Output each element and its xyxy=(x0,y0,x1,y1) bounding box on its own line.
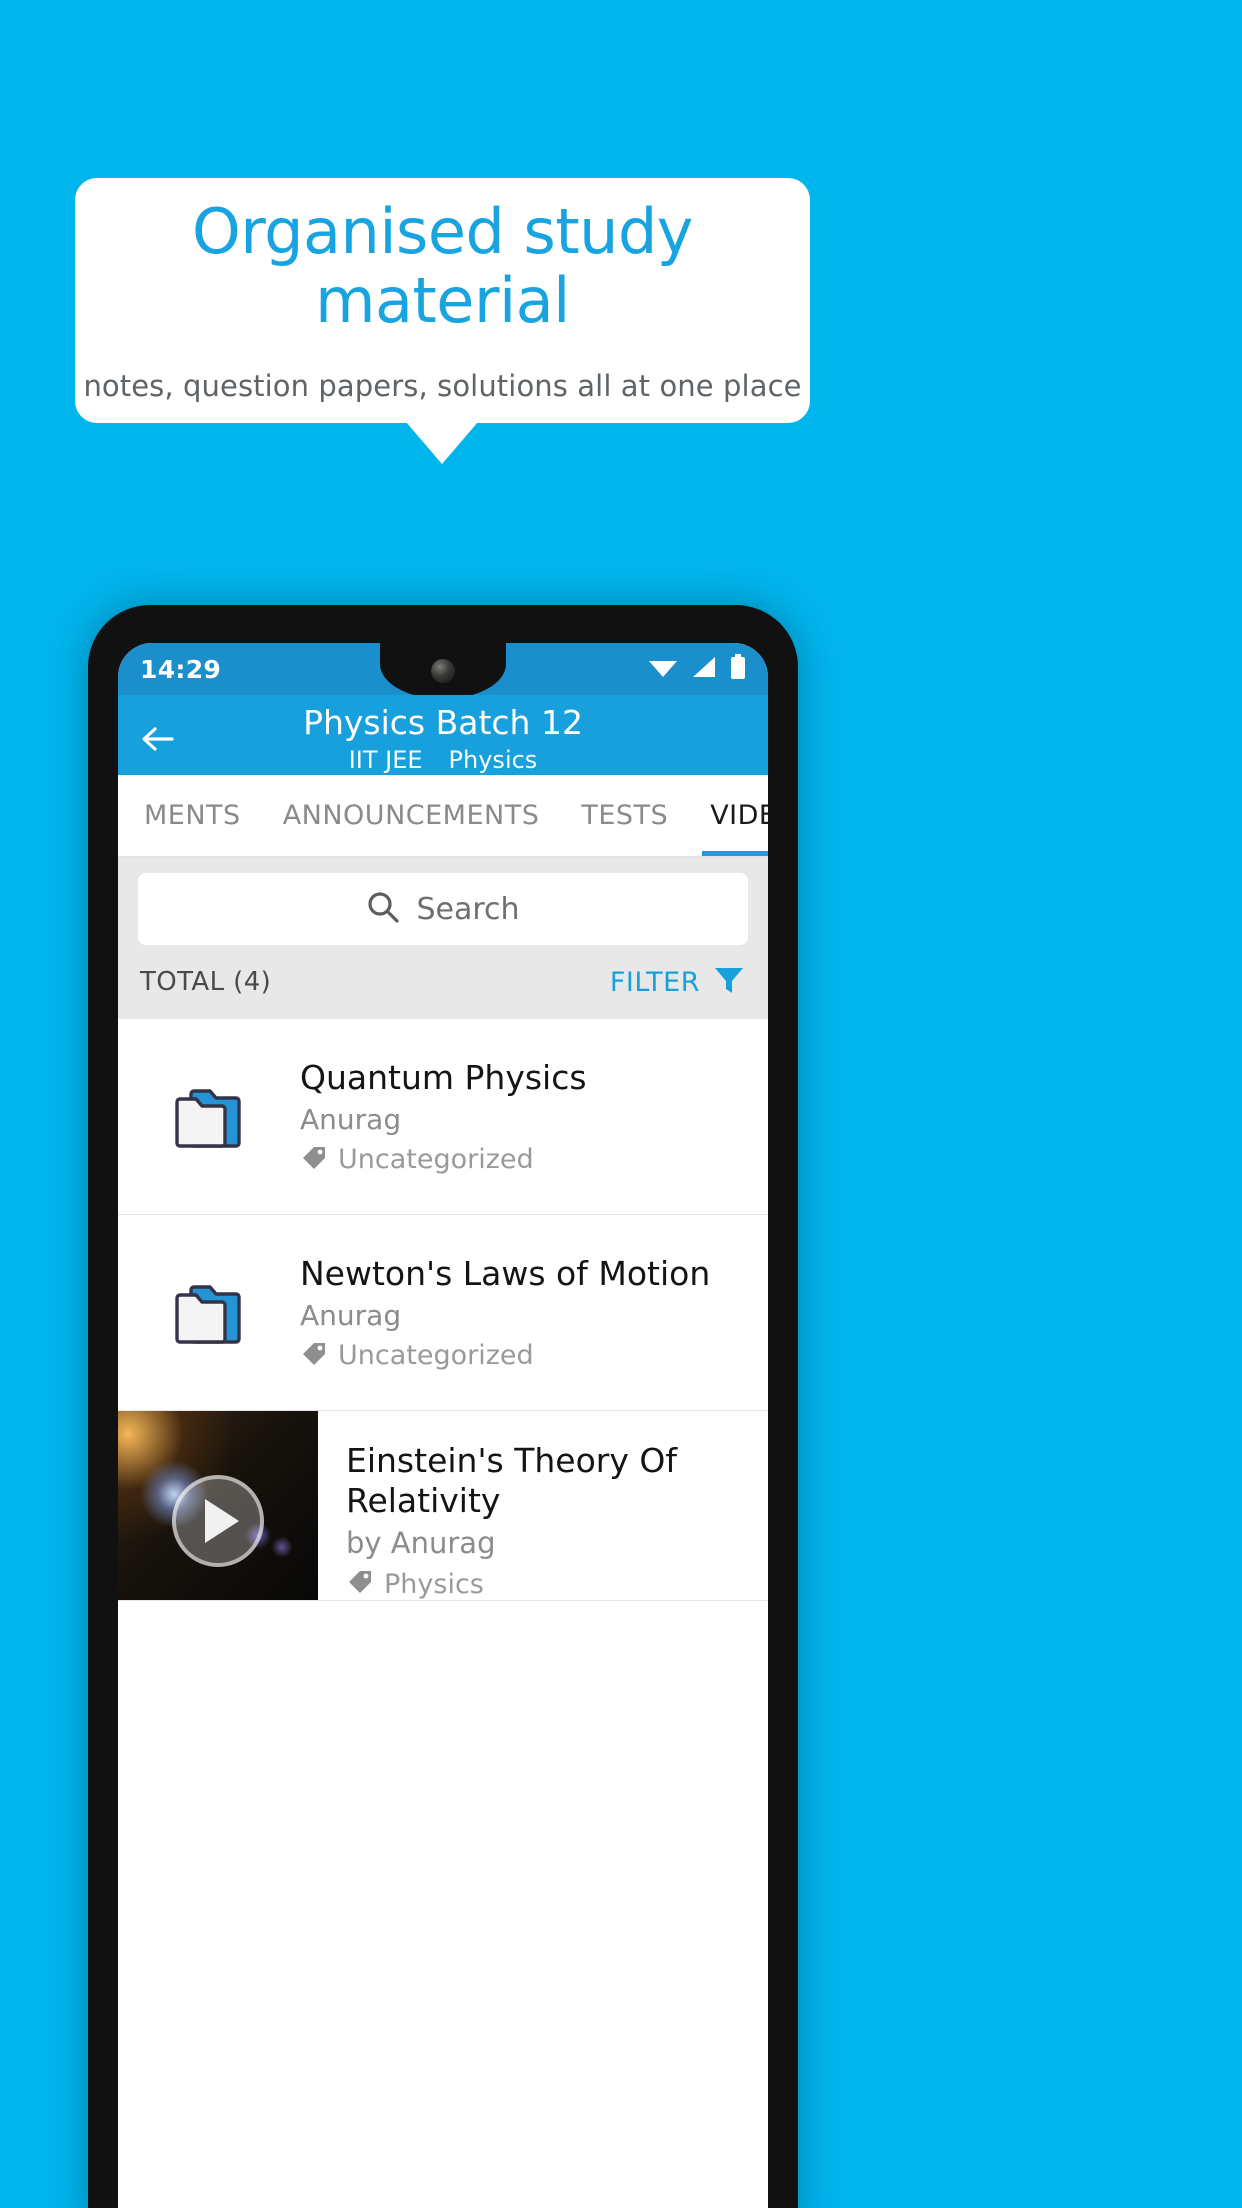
filter-funnel-icon xyxy=(712,963,746,1001)
front-camera-icon xyxy=(431,659,455,683)
play-icon[interactable] xyxy=(172,1474,264,1567)
search-box[interactable]: Search xyxy=(138,873,748,945)
list-item-title: Quantum Physics xyxy=(300,1058,587,1098)
promo-card: Organised study material notes, question… xyxy=(75,178,810,423)
folder-icon xyxy=(118,1081,300,1153)
video-thumbnail[interactable] xyxy=(118,1411,318,1601)
folder-icon xyxy=(118,1277,300,1349)
list-item-text: Einstein's Theory Of Relativity by Anura… xyxy=(318,1411,768,1600)
list-item-author: Anurag xyxy=(300,1102,402,1136)
battery-icon xyxy=(730,654,746,684)
status-time: 14:29 xyxy=(140,654,222,684)
filter-button[interactable]: FILTER xyxy=(610,963,746,1001)
search-icon xyxy=(366,890,400,928)
list-item-tag: Uncategorized xyxy=(338,1340,534,1372)
list-item[interactable]: Einstein's Theory Of Relativity by Anura… xyxy=(118,1411,768,1602)
search-zone: Search xyxy=(118,857,768,945)
phone-screen: 14:29 Physics Batch 12 IIT JEE Physics M… xyxy=(118,643,768,2208)
app-bar-subtitle: IIT JEE Physics xyxy=(118,746,768,774)
app-bar: Physics Batch 12 IIT JEE Physics xyxy=(118,695,768,775)
wifi-icon xyxy=(648,655,678,683)
phone-device: 14:29 Physics Batch 12 IIT JEE Physics M… xyxy=(88,605,798,2208)
promo-title: Organised study material xyxy=(191,195,694,337)
promo-bubble-tail xyxy=(406,422,478,464)
app-bar-titles: Physics Batch 12 IIT JEE Physics xyxy=(118,703,768,774)
list-item-tag-row: Uncategorized xyxy=(300,1340,750,1372)
list-item[interactable]: Newton's Laws of Motion Anurag Uncategor… xyxy=(118,1215,768,1411)
list-toolbar: TOTAL (4) FILTER xyxy=(118,945,768,1019)
tab-tests[interactable]: TESTS xyxy=(581,775,668,856)
tag-icon xyxy=(300,1144,328,1176)
list-item-tag-row: Physics xyxy=(346,1568,750,1600)
notch-dip-left xyxy=(350,643,380,659)
subtitle-subject: Physics xyxy=(448,745,538,774)
status-icons xyxy=(648,654,746,684)
camera-notch xyxy=(350,643,536,699)
list-item-text: Newton's Laws of Motion Anurag Uncategor… xyxy=(300,1253,768,1371)
list-item-tag: Uncategorized xyxy=(338,1144,534,1176)
tab-videos[interactable]: VIDEOS xyxy=(702,775,768,856)
list-item-author: by Anurag xyxy=(346,1526,496,1561)
total-count-label: TOTAL (4) xyxy=(140,967,272,997)
tag-icon xyxy=(346,1568,374,1600)
status-bar: 14:29 xyxy=(118,643,768,699)
search-input[interactable]: Search xyxy=(416,892,519,927)
promo-subtitle: notes, question papers, solutions all at… xyxy=(83,368,802,403)
list-item-tag: Physics xyxy=(384,1568,484,1600)
play-triangle xyxy=(205,1498,239,1543)
filter-label: FILTER xyxy=(609,966,700,998)
tab-ments[interactable]: MENTS xyxy=(144,775,241,856)
list-item-title: Newton's Laws of Motion xyxy=(300,1254,711,1294)
list-item[interactable]: Quantum Physics Anurag Uncategorized xyxy=(118,1019,768,1215)
content-list: Quantum Physics Anurag Uncategorized New… xyxy=(118,1019,768,1602)
page-title: Physics Batch 12 xyxy=(303,703,583,742)
list-item-title: Einstein's Theory Of Relativity xyxy=(346,1441,677,1520)
tag-icon xyxy=(300,1340,328,1372)
signal-icon xyxy=(691,655,717,683)
list-item-author: Anurag xyxy=(300,1298,402,1332)
list-item-tag-row: Uncategorized xyxy=(300,1144,750,1176)
back-arrow-icon[interactable] xyxy=(138,719,178,759)
tab-announcements[interactable]: ANNOUNCEMENTS xyxy=(283,775,540,856)
list-item-text: Quantum Physics Anurag Uncategorized xyxy=(300,1057,768,1175)
notch-dip-right xyxy=(506,643,536,659)
tab-bar: MENTS ANNOUNCEMENTS TESTS VIDEOS xyxy=(118,775,768,857)
subtitle-exam: IIT JEE xyxy=(348,745,423,774)
